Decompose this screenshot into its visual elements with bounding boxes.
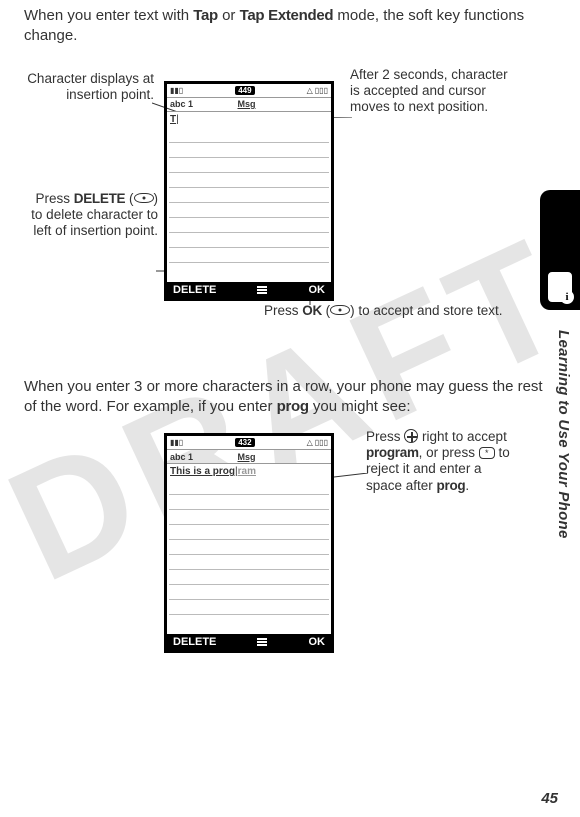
notify-icon: △ bbox=[307, 438, 313, 447]
nav-key-icon bbox=[404, 429, 418, 443]
phone-screen-2: ▮▮▯ 432 △▯▯▯ abc 1 Msg This is a prog|ra… bbox=[164, 433, 334, 653]
text: . bbox=[465, 478, 469, 493]
signal-icon: ▮▮▯ bbox=[170, 438, 183, 447]
status-bar: ▮▮▯ 432 △▯▯▯ bbox=[167, 436, 331, 450]
battery-icon: ▯▯▯ bbox=[315, 86, 328, 95]
battery-icon: ▯▯▯ bbox=[315, 438, 328, 447]
tap-mode: Tap bbox=[193, 7, 218, 24]
page-number: 45 bbox=[541, 790, 558, 807]
softkey-icon bbox=[134, 193, 154, 203]
menu-icon[interactable] bbox=[257, 638, 267, 646]
delete-key-label: DELETE bbox=[74, 191, 125, 206]
side-tab bbox=[540, 190, 580, 310]
screen-title: Msg bbox=[193, 452, 300, 462]
text: ( bbox=[322, 303, 330, 318]
text: Press bbox=[366, 429, 404, 444]
figure-2: Press right to accept program, or press … bbox=[24, 431, 556, 681]
softkey-bar: DELETE OK bbox=[167, 634, 331, 650]
char-count-badge: 449 bbox=[235, 86, 254, 95]
menu-icon[interactable] bbox=[257, 286, 267, 294]
title-bar: abc 1 Msg bbox=[167, 98, 331, 112]
star-key-icon: * bbox=[479, 447, 495, 459]
message-area: This is a prog|ram bbox=[167, 464, 331, 634]
callout-ok: Press OK ( ) to accept and store text. bbox=[264, 303, 504, 319]
phone-screen-1: ▮▮▯ 449 △▯▯▯ abc 1 Msg T| DELETE bbox=[164, 81, 334, 301]
message-area: T| bbox=[167, 112, 331, 282]
softkey-left[interactable]: DELETE bbox=[173, 636, 216, 648]
intro-paragraph: When you enter text with Tap or Tap Exte… bbox=[24, 6, 556, 47]
input-mode: abc 1 bbox=[170, 99, 193, 109]
title-bar: abc 1 Msg bbox=[167, 450, 331, 464]
prog-word: prog bbox=[277, 398, 309, 415]
softkey-right[interactable]: OK bbox=[309, 284, 326, 296]
text: right to accept bbox=[418, 429, 507, 444]
text: Press bbox=[264, 303, 302, 318]
callout-insertion-point: Character displays at insertion point. bbox=[24, 71, 154, 103]
text: you might see: bbox=[309, 398, 411, 415]
softkey-icon bbox=[330, 305, 350, 315]
status-bar: ▮▮▯ 449 △▯▯▯ bbox=[167, 84, 331, 98]
suggested-text: ram bbox=[238, 466, 256, 477]
tap-extended-mode: Tap Extended bbox=[240, 7, 334, 24]
screen-title: Msg bbox=[193, 99, 300, 109]
callout-delete: Press DELETE () to delete character to l… bbox=[24, 191, 158, 240]
cursor-icon: | bbox=[176, 114, 179, 125]
softkey-bar: DELETE OK bbox=[167, 282, 331, 298]
notify-icon: △ bbox=[307, 86, 313, 95]
typed-text: This is a prog bbox=[170, 466, 235, 477]
figure-1: Character displays at insertion point. P… bbox=[24, 71, 556, 351]
input-mode: abc 1 bbox=[170, 452, 193, 462]
softkey-right[interactable]: OK bbox=[309, 636, 326, 648]
section-label: Learning to Use Your Phone bbox=[555, 330, 572, 539]
program-word: program bbox=[366, 445, 419, 460]
callout-nav-accept: Press right to accept program, or press … bbox=[366, 429, 511, 494]
phone-info-icon bbox=[548, 272, 572, 302]
text: , or press bbox=[419, 445, 479, 460]
prog-word: prog bbox=[437, 478, 466, 493]
softkey-left[interactable]: DELETE bbox=[173, 284, 216, 296]
middle-paragraph: When you enter 3 or more characters in a… bbox=[24, 377, 556, 418]
text: ( bbox=[125, 191, 133, 206]
ok-key-label: OK bbox=[302, 303, 322, 318]
text: Press bbox=[36, 191, 74, 206]
text: or bbox=[218, 7, 240, 24]
callout-accept-char: After 2 seconds, character is accepted a… bbox=[350, 67, 520, 116]
char-count-badge: 432 bbox=[235, 438, 254, 447]
signal-icon: ▮▮▯ bbox=[170, 86, 183, 95]
text: ) to accept and store text. bbox=[350, 303, 502, 318]
text: When you enter text with bbox=[24, 7, 193, 24]
